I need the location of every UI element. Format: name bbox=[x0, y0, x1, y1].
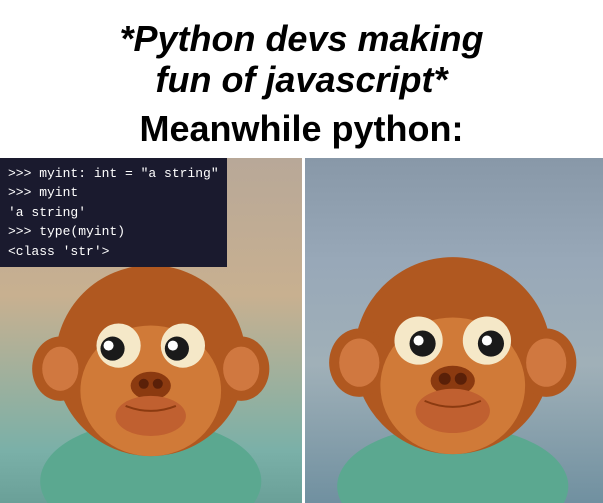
title-line2-text: fun of javascript* bbox=[155, 59, 447, 100]
code-line-2: >>> myint bbox=[8, 183, 219, 203]
title-line1-text: *Python devs making bbox=[119, 18, 483, 59]
monkey-right-svg bbox=[302, 158, 603, 503]
panel-divider bbox=[302, 158, 305, 503]
code-line-3: 'a string' bbox=[8, 203, 219, 223]
code-line-5: <class 'str'> bbox=[8, 242, 219, 262]
monkey-left-panel: >>> myint: int = "a string" >>> myint 'a… bbox=[0, 158, 302, 503]
monkey-right-panel bbox=[302, 158, 603, 503]
code-line-1: >>> myint: int = "a string" bbox=[8, 164, 219, 184]
bottom-section: >>> myint: int = "a string" >>> myint 'a… bbox=[0, 158, 603, 503]
top-text-section: *Python devs making fun of javascript* M… bbox=[0, 0, 603, 158]
title-line1: *Python devs making bbox=[20, 18, 583, 59]
code-line-4: >>> type(myint) bbox=[8, 222, 219, 242]
title-line2: fun of javascript* bbox=[20, 59, 583, 100]
code-overlay: >>> myint: int = "a string" >>> myint 'a… bbox=[0, 158, 227, 268]
subtitle-text: Meanwhile python: bbox=[140, 108, 464, 149]
meme-container: *Python devs making fun of javascript* M… bbox=[0, 0, 603, 503]
subtitle: Meanwhile python: bbox=[20, 107, 583, 150]
